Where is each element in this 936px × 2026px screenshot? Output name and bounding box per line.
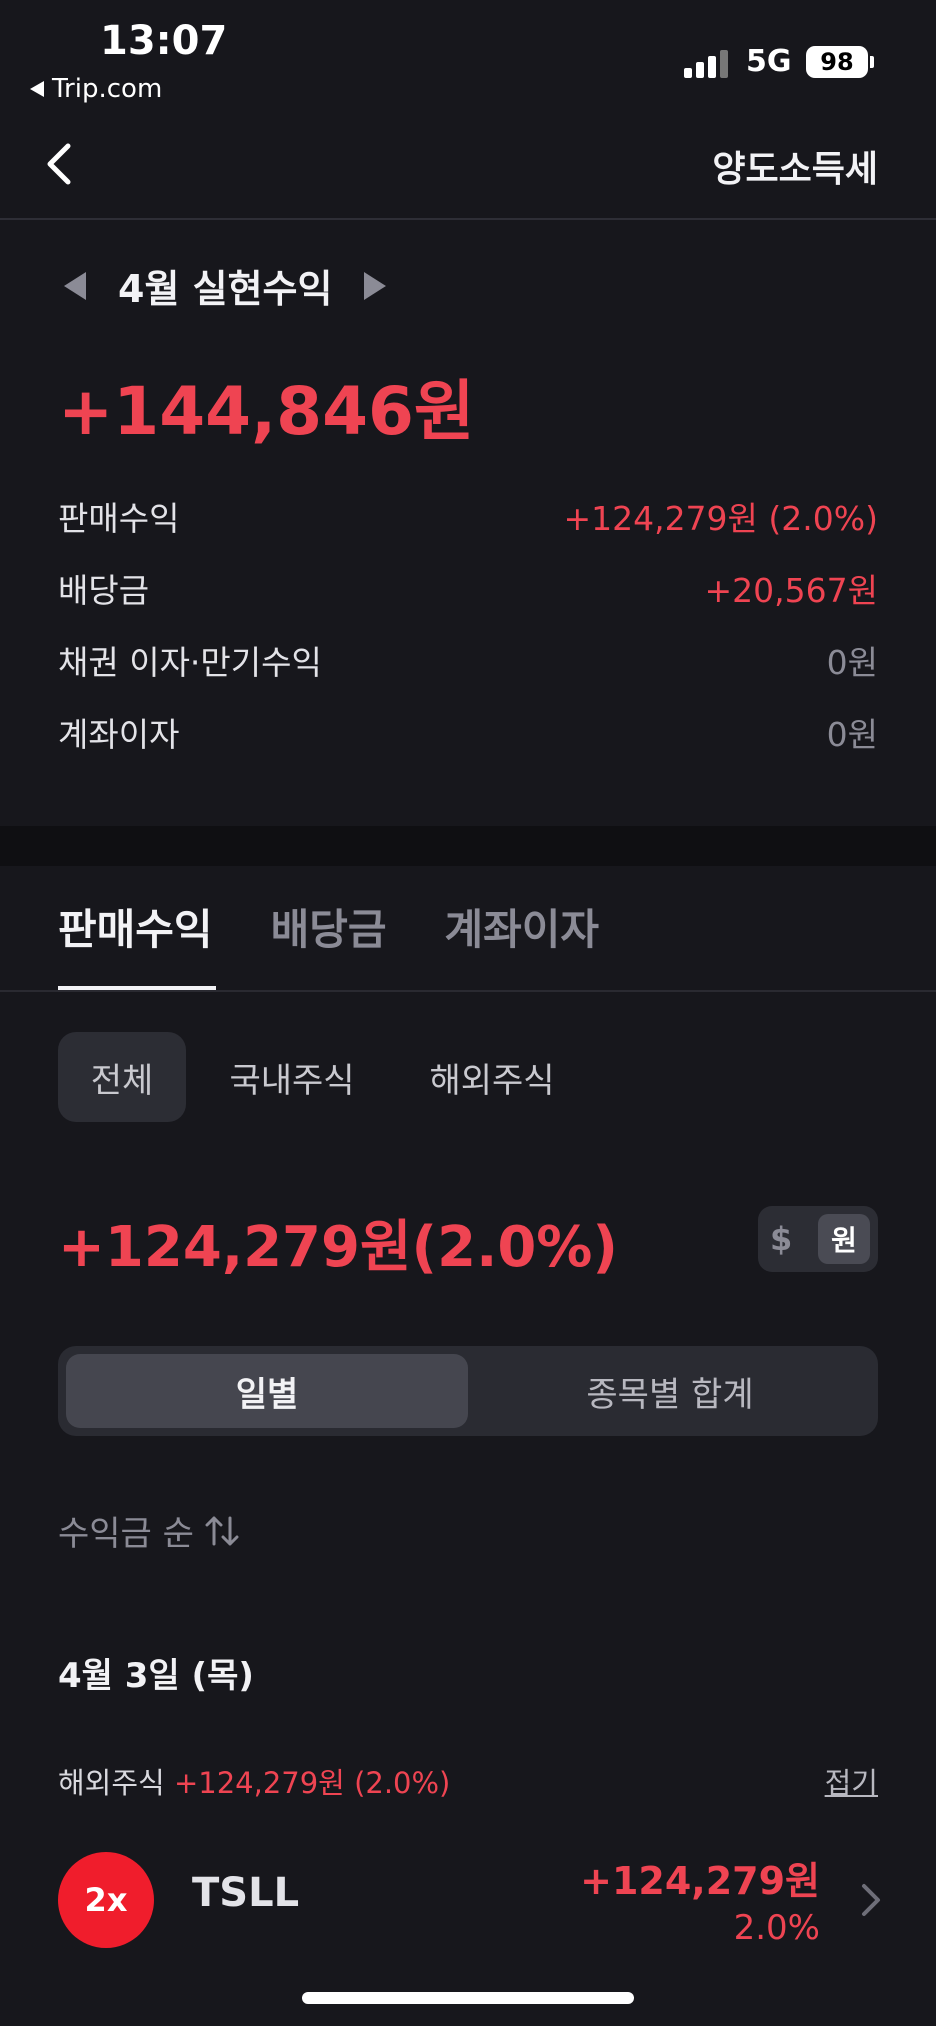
month-selector: 4월 실현수익 (64, 258, 387, 313)
realized-total: +144,846원 (58, 373, 475, 450)
summary-label: 배당금 (58, 571, 150, 610)
battery-tip (870, 56, 874, 68)
summary-label: 계좌이자 (58, 715, 180, 754)
stock-profit-amount: +124,279원 (580, 1859, 820, 1903)
summary-row-account-interest: 계좌이자 0원 (58, 702, 878, 762)
capital-gains-tax-link[interactable]: 양도소득세 (712, 140, 878, 192)
tab-account-interest[interactable]: 계좌이자 (444, 896, 599, 957)
chevron-right-icon[interactable] (860, 1882, 882, 1918)
network-type: 5G (746, 44, 792, 79)
summary-row-bond: 채권 이자·만기수익 0원 (58, 630, 878, 690)
group-value: +124,279원 (2.0%) (173, 1766, 451, 1800)
income-tabs: 판매수익 배당금 계좌이자 (58, 896, 599, 957)
back-triangle-icon (30, 81, 44, 97)
section-separator (0, 826, 936, 866)
group-label: 해외주식 (58, 1766, 165, 1800)
tab-dividend[interactable]: 배당금 (271, 896, 387, 957)
summary-row-dividend: 배당금 +20,567원 (58, 558, 878, 618)
sales-total: +124,279원(2.0%) (58, 1215, 619, 1280)
month-label: 4월 실현수익 (118, 267, 333, 311)
sort-arrows-icon (205, 1516, 239, 1545)
cellular-signal-icon (684, 48, 732, 78)
filter-all[interactable]: 전체 (58, 1032, 186, 1122)
back-to-app-link[interactable]: Trip.com (30, 74, 162, 104)
sort-label: 수익금 순 (58, 1514, 194, 1554)
home-indicator[interactable] (302, 1992, 634, 2004)
stock-profit-percent: 2.0% (733, 1908, 820, 1948)
currency-krw-option[interactable]: 원 (818, 1214, 870, 1264)
date-header: 4월 3일 (목) (58, 1656, 254, 1696)
summary-label: 판매수익 (58, 499, 180, 538)
stock-logo: 2x (58, 1852, 154, 1948)
back-chevron-icon[interactable] (40, 140, 80, 188)
stock-ticker[interactable]: TSLL (192, 1870, 299, 1916)
summary-value: +124,279원 (2.0%) (563, 499, 878, 538)
filter-domestic[interactable]: 국내주식 (214, 1032, 370, 1122)
battery-icon: 98 (806, 46, 868, 78)
filter-overseas[interactable]: 해외주식 (414, 1032, 570, 1122)
segment-by-stock[interactable]: 종목별 합계 (470, 1354, 870, 1428)
summary-label: 채권 이자·만기수익 (58, 643, 322, 682)
summary-value: 0원 (826, 715, 878, 754)
tab-divider (0, 990, 936, 992)
group-summary: 해외주식 +124,279원 (2.0%) (58, 1760, 450, 1802)
sort-selector[interactable]: 수익금 순 (58, 1506, 240, 1555)
status-time: 13:07 (100, 18, 228, 64)
segment-daily[interactable]: 일별 (66, 1354, 468, 1428)
back-app-label: Trip.com (52, 74, 163, 104)
tab-sales[interactable]: 판매수익 (58, 896, 213, 957)
nav-divider (0, 218, 936, 220)
summary-row-sales: 판매수익 +124,279원 (2.0%) (58, 486, 878, 546)
next-month-icon[interactable] (364, 271, 387, 300)
battery-level: 98 (820, 48, 854, 76)
collapse-button[interactable]: 접기 (825, 1760, 878, 1802)
currency-usd-option[interactable]: $ (770, 1220, 792, 1258)
prev-month-icon[interactable] (64, 271, 86, 300)
summary-value: 0원 (826, 643, 878, 682)
summary-value: +20,567원 (704, 571, 878, 610)
group-summary-row: 해외주식 +124,279원 (2.0%) 접기 (58, 1760, 878, 1802)
